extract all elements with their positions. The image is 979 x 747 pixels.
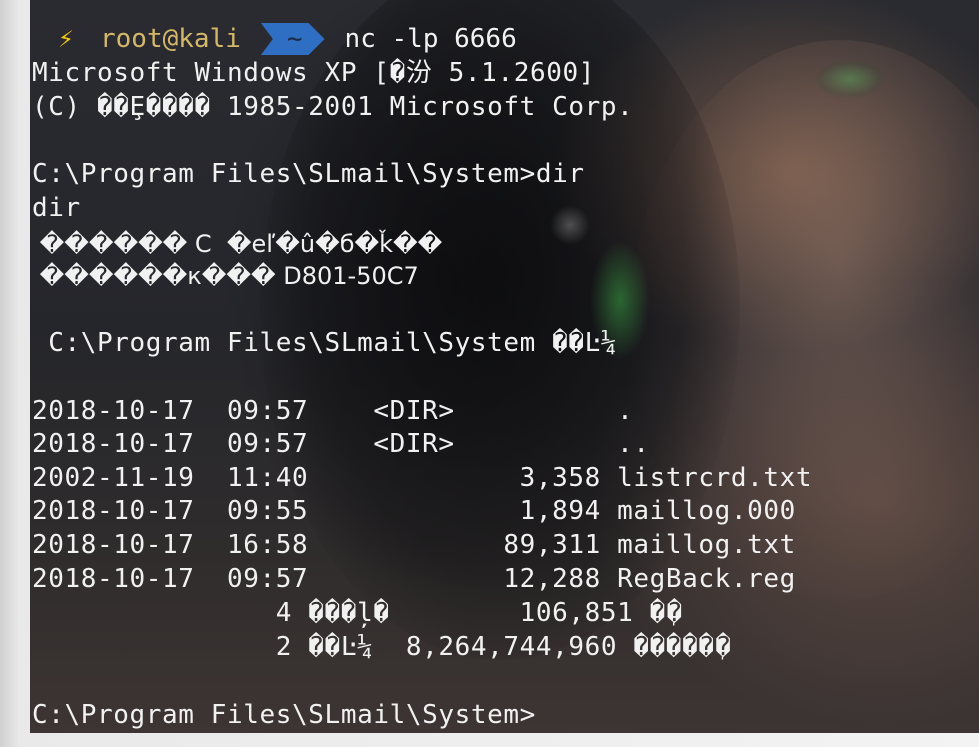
shell-prompt: ⚡ root@kali ~ nc -lp 6666 [50, 22, 517, 56]
listing-row: 2018-10-17 09:57 <DIR> .. [32, 429, 650, 459]
output-line-echo: dir [32, 193, 81, 223]
listing-row: 2018-10-17 09:55 1,894 maillog.000 [32, 496, 796, 526]
output-line-volume-label: ������ C �еľ�û�б�ǩ�� [32, 230, 443, 258]
output-line-copyright: (C) ��Ȩ���� 1985-2001 Microsoft Corp. [32, 92, 634, 122]
wallpaper-eye [815, 60, 885, 98]
prompt-command: nc -lp 6666 [344, 24, 517, 54]
output-line-directory-of: C:\Program Files\SLmail\System ��Ŀ¼ [32, 328, 618, 358]
prompt-user-host: root@kali [100, 24, 241, 54]
terminal-window[interactable]: ⚡ root@kali ~ nc -lp 6666 Microsoft Wind… [30, 0, 979, 733]
output-line-current-prompt[interactable]: C:\Program Files\SLmail\System> [32, 699, 536, 731]
listing-row: 2018-10-17 09:57 <DIR> . [32, 396, 634, 426]
lightning-bolt-icon: ⚡ [58, 24, 74, 54]
listing-summary-files: 4 ���ļ� 106,851 �ֽ� [32, 598, 683, 628]
output-line-dir-command: C:\Program Files\SLmail\System>dir [32, 159, 585, 189]
listing-summary-dirs: 2 ��Ŀ¼ 8,264,744,960 �����ֽ� [32, 632, 732, 662]
prompt-directory-segment: ~ [261, 23, 325, 55]
listing-row: 2018-10-17 16:58 89,311 maillog.txt [32, 530, 796, 560]
wallpaper-light [550, 205, 590, 245]
output-line-windows-version: Microsoft Windows XP [�汾 5.1.2600] [32, 58, 595, 88]
listing-row: 2018-10-17 09:57 12,288 RegBack.reg [32, 564, 796, 594]
listing-row: 2002-11-19 11:40 3,358 listrcrd.txt [32, 463, 813, 493]
output-line-serial-number: ������к��� D801-50C7 [32, 262, 419, 290]
